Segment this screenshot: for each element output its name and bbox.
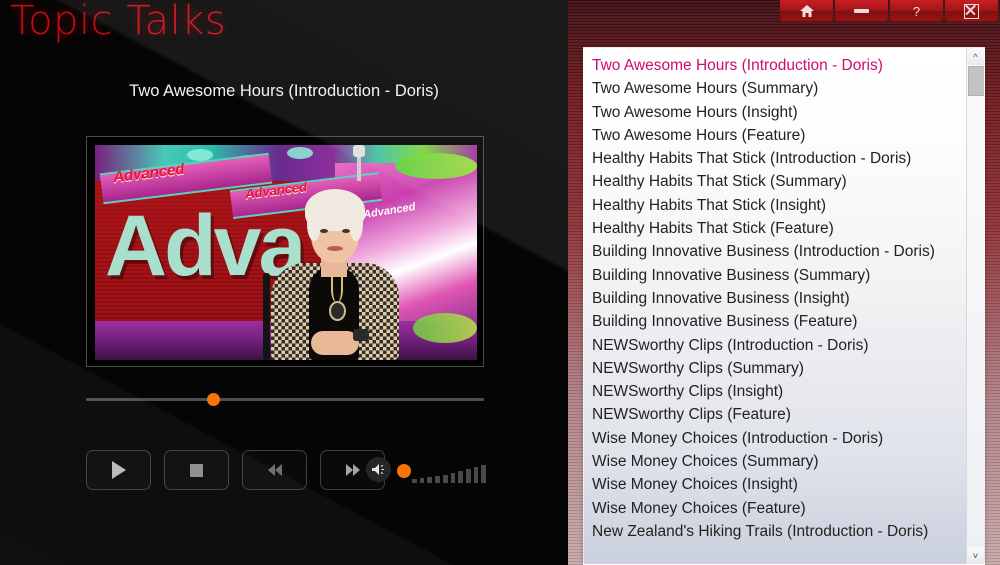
playlist-item[interactable]: Two Awesome Hours (Insight) bbox=[584, 101, 967, 124]
home-button[interactable] bbox=[780, 0, 833, 22]
playlist-item[interactable]: Wise Money Choices (Insight) bbox=[584, 473, 967, 496]
fast-forward-icon bbox=[345, 464, 360, 476]
video-person-eye bbox=[342, 229, 350, 233]
playlist-item[interactable]: NEWSworthy Clips (Feature) bbox=[584, 403, 967, 426]
playlist-item[interactable]: NEWSworthy Clips (Introduction - Doris) bbox=[584, 334, 967, 357]
seek-slider[interactable] bbox=[86, 392, 484, 408]
video-green-arc bbox=[413, 313, 477, 343]
video-person-hair bbox=[349, 207, 363, 241]
rewind-icon bbox=[267, 464, 282, 476]
scroll-up-arrow-icon[interactable]: ^ bbox=[967, 48, 984, 65]
playlist-listbox[interactable]: Two Awesome Hours (Introduction - Doris)… bbox=[583, 47, 985, 565]
playlist-item[interactable]: Two Awesome Hours (Feature) bbox=[584, 124, 967, 147]
video-frame: Adva Advanced Advanced Advanced bbox=[86, 136, 484, 367]
playlist-item[interactable]: Two Awesome Hours (Summary) bbox=[584, 77, 967, 100]
playlist-item[interactable]: NEWSworthy Clips (Summary) bbox=[584, 357, 967, 380]
video-person-eye bbox=[320, 229, 328, 233]
speaker-icon[interactable] bbox=[366, 457, 391, 482]
seek-thumb[interactable] bbox=[206, 393, 220, 406]
playlist-item[interactable]: Healthy Habits That Stick (Summary) bbox=[584, 170, 967, 193]
close-icon bbox=[964, 3, 979, 19]
video-person-mouth bbox=[327, 246, 343, 251]
playlist-item[interactable]: Building Innovative Business (Introducti… bbox=[584, 240, 967, 263]
player-panel: Topic Talks Two Awesome Hours (Introduct… bbox=[0, 0, 568, 565]
help-button[interactable]: ? bbox=[890, 0, 943, 22]
volume-thumb[interactable] bbox=[397, 464, 411, 478]
minimize-button[interactable] bbox=[835, 0, 888, 22]
playlist-scrollbar[interactable]: ^ ˅ bbox=[966, 48, 984, 564]
playlist-item[interactable]: Building Innovative Business (Summary) bbox=[584, 264, 967, 287]
microphone-head-icon bbox=[353, 145, 365, 157]
playlist-item[interactable]: Building Innovative Business (Insight) bbox=[584, 287, 967, 310]
video-person-pendant bbox=[329, 301, 346, 321]
window-titlebar: ? bbox=[780, 0, 998, 22]
stop-icon bbox=[190, 463, 203, 477]
video-person-hair bbox=[307, 207, 321, 241]
playlist-item[interactable]: Building Innovative Business (Feature) bbox=[584, 310, 967, 333]
topic-talks-window: Topic Talks Two Awesome Hours (Introduct… bbox=[0, 0, 1000, 565]
playlist-item[interactable]: Wise Money Choices (Feature) bbox=[584, 497, 967, 520]
help-icon: ? bbox=[912, 3, 921, 19]
stop-button[interactable] bbox=[164, 450, 229, 490]
scroll-down-arrow-icon[interactable]: ˅ bbox=[967, 547, 984, 564]
close-button[interactable] bbox=[945, 0, 998, 22]
rewind-button[interactable] bbox=[242, 450, 307, 490]
playlist-item[interactable]: Wise Money Choices (Summary) bbox=[584, 450, 967, 473]
minimize-icon bbox=[854, 9, 869, 13]
studio-light-icon bbox=[287, 147, 313, 159]
playlist-item[interactable]: New Zealand's Hiking Trails (Introductio… bbox=[584, 520, 967, 543]
video-chair bbox=[263, 273, 270, 360]
video-green-arc bbox=[395, 153, 477, 179]
playlist-panel: ? Two Awesome Hours (Introduction - Dori… bbox=[568, 0, 1000, 565]
playlist-item[interactable]: Two Awesome Hours (Introduction - Doris) bbox=[584, 54, 967, 77]
video-backdrop-word: Adva bbox=[105, 198, 306, 294]
video-still[interactable]: Adva Advanced Advanced Advanced bbox=[95, 145, 477, 360]
volume-level-bars[interactable] bbox=[412, 457, 487, 483]
playlist-item[interactable]: Healthy Habits That Stick (Introduction … bbox=[584, 147, 967, 170]
play-icon bbox=[111, 461, 126, 479]
play-button[interactable] bbox=[86, 450, 151, 490]
video-person-watch bbox=[353, 329, 369, 341]
scrollbar-thumb[interactable] bbox=[968, 66, 984, 96]
volume-control[interactable] bbox=[366, 455, 487, 485]
now-playing-title: Two Awesome Hours (Introduction - Doris) bbox=[129, 82, 439, 100]
playlist-item[interactable]: NEWSworthy Clips (Insight) bbox=[584, 380, 967, 403]
seek-track[interactable] bbox=[86, 398, 484, 401]
playlist-item[interactable]: Healthy Habits That Stick (Feature) bbox=[584, 217, 967, 240]
home-icon bbox=[799, 4, 815, 18]
playlist-items: Two Awesome Hours (Introduction - Doris)… bbox=[584, 54, 967, 543]
playlist-item[interactable]: Healthy Habits That Stick (Insight) bbox=[584, 194, 967, 217]
video-person-hands bbox=[311, 331, 359, 355]
playlist-item[interactable]: Wise Money Choices (Introduction - Doris… bbox=[584, 427, 967, 450]
video-person-necklace bbox=[331, 275, 343, 303]
page-title: Topic Talks bbox=[10, 0, 227, 44]
